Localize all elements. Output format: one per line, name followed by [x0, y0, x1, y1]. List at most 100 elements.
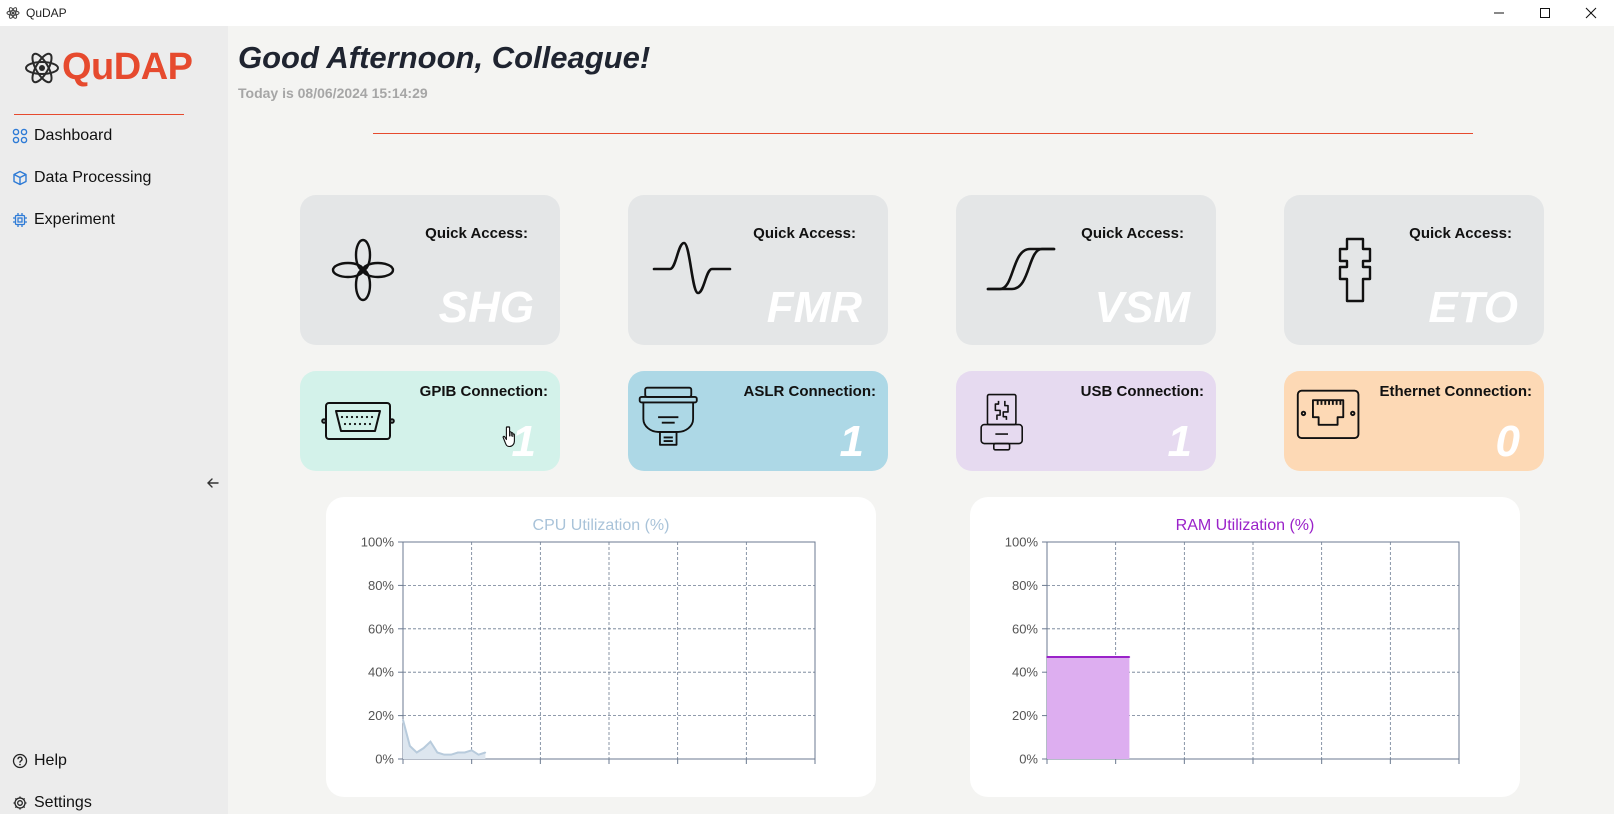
- quick-access-name: VSM: [1094, 283, 1190, 332]
- data-point: [477, 753, 480, 756]
- series-area: [1047, 657, 1130, 759]
- connection-label: USB Connection:: [1080, 383, 1204, 400]
- series-line: [402, 719, 486, 756]
- cpu-chart-card: 0% 20% 40% 60% 80% 100% CPU Utilization (%): [326, 497, 876, 797]
- cross-icon: [1338, 237, 1372, 303]
- atom-icon: [6, 6, 20, 20]
- quick-access-name: FMR: [766, 283, 862, 332]
- page-title: Good Afternoon, Colleague!: [238, 40, 651, 75]
- quick-access-label: Quick Access:: [1081, 225, 1184, 242]
- sidebar-item-label: Help: [34, 752, 67, 769]
- logo-divider: [14, 114, 184, 115]
- usb-icon: [980, 393, 1023, 451]
- y-tick-label: 80%: [368, 578, 394, 593]
- data-point: [443, 753, 445, 756]
- connection-card-gpib[interactable]: GPIB Connection: 1: [300, 371, 560, 471]
- quick-access-card-vsm[interactable]: Quick Access: VSM: [956, 195, 1216, 345]
- close-icon: [1585, 7, 1597, 19]
- data-point: [1073, 656, 1076, 658]
- sidebar-item-data-processing[interactable]: Data Processing: [12, 169, 151, 187]
- minimize-icon: [1494, 12, 1504, 14]
- y-tick-label: 100%: [1005, 535, 1039, 550]
- sidebar-item-label: Settings: [34, 794, 92, 811]
- window-title: QuDAP: [26, 6, 67, 20]
- quick-access-label: Quick Access:: [1409, 225, 1512, 242]
- data-point: [1094, 656, 1096, 658]
- data-point: [464, 751, 466, 754]
- app-window: QuDAP QuDAP Dashboard Data Processing Ex…: [0, 0, 1614, 814]
- window-controls: [1476, 0, 1614, 26]
- data-point: [415, 751, 418, 754]
- data-point: [484, 751, 487, 754]
- gpib-port-icon: [321, 402, 395, 440]
- date-time-text: Today is 08/06/2024 15:14:29: [238, 85, 428, 101]
- minimize-button[interactable]: [1476, 0, 1522, 26]
- logo: QuDAP: [24, 46, 193, 89]
- maximize-icon: [1540, 8, 1550, 18]
- data-point: [1121, 656, 1124, 658]
- data-point: [1080, 656, 1083, 658]
- data-point: [1101, 656, 1103, 658]
- maximize-button[interactable]: [1522, 0, 1568, 26]
- connection-count: 0: [1495, 417, 1520, 466]
- quick-access-label: Quick Access:: [425, 225, 528, 242]
- quick-access-name: SHG: [438, 283, 534, 332]
- connection-card-usb[interactable]: USB Connection: 1: [956, 371, 1216, 471]
- y-tick-label: 60%: [368, 621, 394, 636]
- cpu-utilization-chart: 0% 20% 40% 60% 80% 100%: [361, 535, 816, 767]
- chart-title: CPU Utilization (%): [532, 517, 670, 534]
- y-tick-label: 20%: [368, 708, 394, 723]
- sidebar-item-label: Data Processing: [34, 169, 152, 186]
- y-tick-label: 0%: [1019, 752, 1038, 767]
- y-tick-label: 40%: [1012, 665, 1038, 680]
- connection-card-ethernet[interactable]: Ethernet Connection: 0: [1284, 371, 1544, 471]
- title-bar: QuDAP: [0, 0, 1614, 26]
- data-point: [1128, 656, 1131, 658]
- data-point: [1108, 656, 1110, 658]
- cube-icon: [12, 170, 28, 186]
- sidebar-item-settings[interactable]: Settings: [12, 794, 92, 812]
- logo-text: QuDAP: [62, 46, 193, 88]
- data-point: [436, 751, 439, 754]
- atom-logo-icon: [25, 52, 59, 83]
- close-button[interactable]: [1568, 0, 1614, 26]
- y-tick-label: 40%: [368, 665, 394, 680]
- gear-icon: [12, 795, 28, 811]
- data-point: [1114, 656, 1117, 658]
- connection-count: 1: [839, 417, 864, 466]
- chart-title: RAM Utilization (%): [1175, 517, 1315, 534]
- arrow-left-icon: [207, 478, 219, 488]
- data-point: [422, 747, 425, 749]
- sidebar-item-help[interactable]: Help: [12, 752, 67, 770]
- data-point: [1066, 656, 1069, 658]
- quick-access-name: ETO: [1428, 283, 1518, 332]
- help-icon: [12, 753, 28, 769]
- quick-access-card-fmr[interactable]: Quick Access: FMR: [628, 195, 888, 345]
- serial-port-icon: [638, 386, 698, 446]
- data-point: [457, 751, 459, 754]
- ram-chart-card: 0% 20% 40% 60% 80% 100% RAM Utilization (%): [970, 497, 1520, 797]
- sidebar: QuDAP Dashboard Data Processing Experime…: [0, 26, 228, 814]
- data-point: [429, 740, 432, 743]
- quick-access-card-eto[interactable]: Quick Access: ETO: [1284, 195, 1544, 345]
- quick-access-card-shg[interactable]: Quick Access: SHG: [300, 195, 560, 345]
- data-point: [1053, 656, 1055, 658]
- dashboard-icon: [12, 128, 28, 144]
- chip-icon: [12, 212, 28, 228]
- connection-card-aslr[interactable]: ASLR Connection: 1: [628, 371, 888, 471]
- header-divider: [373, 133, 1473, 134]
- data-point: [450, 753, 452, 756]
- sidebar-item-label: Experiment: [34, 211, 115, 228]
- sidebar-item-dashboard[interactable]: Dashboard: [12, 127, 112, 145]
- ram-utilization-chart: 0% 20% 40% 60% 80% 100%: [1005, 535, 1460, 767]
- collapse-sidebar-button[interactable]: [204, 472, 222, 494]
- y-tick-label: 80%: [1012, 578, 1038, 593]
- data-point: [402, 719, 404, 721]
- sidebar-item-experiment[interactable]: Experiment: [12, 211, 115, 229]
- data-point: [409, 745, 411, 747]
- ethernet-icon: [1296, 389, 1360, 439]
- connection-label: ASLR Connection:: [743, 383, 877, 400]
- y-tick-label: 20%: [1012, 708, 1038, 723]
- hysteresis-icon: [986, 247, 1056, 291]
- clover-icon: [331, 238, 395, 302]
